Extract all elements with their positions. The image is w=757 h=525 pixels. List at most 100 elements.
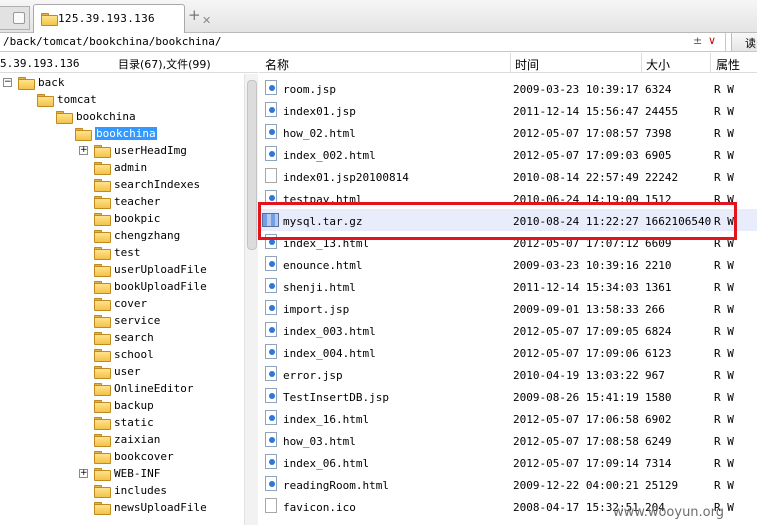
file-row[interactable]: TestInsertDB.jsp 2009-08-26 15:41:19 1580 R…: [259, 385, 757, 407]
tree-item[interactable]: − back: [0, 74, 244, 91]
file-name: room.jsp: [283, 83, 336, 96]
column-divider[interactable]: [710, 53, 711, 73]
file-list: room.jsp 2009-03-23 10:39:17 6324 R Windex0…: [259, 74, 757, 525]
previous-tab[interactable]: [0, 6, 30, 30]
tree-item[interactable]: teacher: [0, 193, 244, 210]
tree-item[interactable]: bookchina: [0, 125, 244, 142]
doc-icon: [265, 388, 277, 403]
column-size[interactable]: 大小: [646, 56, 670, 73]
close-icon[interactable]: ✕: [202, 14, 211, 27]
tree-item[interactable]: includes: [0, 482, 244, 499]
tree-item[interactable]: admin: [0, 159, 244, 176]
column-divider[interactable]: [510, 53, 511, 73]
file-time: 2011-12-14 15:34:03: [513, 281, 639, 294]
tree-item[interactable]: + userHeadImg: [0, 142, 244, 159]
column-attr[interactable]: 属性: [716, 56, 740, 73]
tree-item[interactable]: school: [0, 346, 244, 363]
column-name[interactable]: 名称: [265, 56, 289, 73]
file-name: favicon.ico: [283, 501, 356, 514]
archive-icon: [262, 213, 279, 227]
file-row[interactable]: index01.jsp 2011-12-14 15:56:47 24455 R W: [259, 99, 757, 121]
folder-icon: [94, 281, 111, 294]
tree-item[interactable]: zaixian: [0, 431, 244, 448]
folder-icon: [94, 315, 111, 328]
tree-item[interactable]: bookcover: [0, 448, 244, 465]
column-divider[interactable]: [641, 53, 642, 73]
file-name: index_13.html: [283, 237, 370, 250]
tree-item[interactable]: cover: [0, 295, 244, 312]
file-attr: R W: [714, 83, 734, 96]
file-row[interactable]: how_03.html 2012-05-07 17:08:58 6249 R W: [259, 429, 757, 451]
file-row[interactable]: how_02.html 2012-05-07 17:08:57 7398 R W: [259, 121, 757, 143]
folder-icon: [94, 434, 111, 447]
file-row[interactable]: index_16.html 2012-05-07 17:06:58 6902 R W: [259, 407, 757, 429]
tree-scrollbar-thumb[interactable]: [247, 80, 257, 250]
tree-item[interactable]: static: [0, 414, 244, 431]
tree-item[interactable]: bookpic: [0, 210, 244, 227]
file-row[interactable]: index_004.html 2012-05-07 17:09:06 6123 R W: [259, 341, 757, 363]
file-size: 6905: [645, 149, 672, 162]
folder-icon: [94, 417, 111, 430]
tree-item[interactable]: user: [0, 363, 244, 380]
file-time: 2009-03-23 10:39:16: [513, 259, 639, 272]
file-row[interactable]: index_002.html 2012-05-07 17:09:03 6905 R W: [259, 143, 757, 165]
file-row[interactable]: room.jsp 2009-03-23 10:39:17 6324 R W: [259, 77, 757, 99]
tree-item-label: searchIndexes: [114, 178, 201, 191]
file-row[interactable]: import.jsp 2009-09-01 13:58:33 266 R W: [259, 297, 757, 319]
collapse-icon[interactable]: −: [3, 78, 12, 87]
tab-server[interactable]: 125.39.193.136 ✕: [33, 4, 211, 34]
file-row[interactable]: index01.jsp20100814 2010-08-14 22:57:49 22…: [259, 165, 757, 187]
file-row[interactable]: error.jsp 2010-04-19 13:03:22 967 R W: [259, 363, 757, 385]
tree-item-label: service: [114, 314, 161, 327]
tree-scrollbar[interactable]: [244, 74, 258, 525]
new-tab-button[interactable]: +: [188, 6, 201, 24]
tree-item[interactable]: backup: [0, 397, 244, 414]
folder-icon: [94, 264, 111, 277]
tree-item[interactable]: tomcat: [0, 91, 244, 108]
tree-item[interactable]: newsUploadFile: [0, 499, 244, 516]
tree-item-label: tomcat: [57, 93, 97, 106]
file-time: 2012-05-07 17:09:03: [513, 149, 639, 162]
folder-icon: [94, 485, 111, 498]
tree-item-label: user: [114, 365, 141, 378]
file-row[interactable]: index_06.html 2012-05-07 17:09:14 7314 R W: [259, 451, 757, 473]
read-button[interactable]: 读: [731, 33, 757, 51]
tree-item[interactable]: search: [0, 329, 244, 346]
tree-item[interactable]: searchIndexes: [0, 176, 244, 193]
column-time[interactable]: 时间: [515, 56, 539, 73]
file-row[interactable]: readingRoom.html 2009-12-22 04:00:21 25129…: [259, 473, 757, 495]
tree-item[interactable]: chengzhang: [0, 227, 244, 244]
file-row[interactable]: mysql.tar.gz 2010-08-24 11:22:27 166210654…: [259, 209, 757, 231]
history-dropdown-icon[interactable]: ±: [693, 34, 702, 47]
file-row[interactable]: enounce.html 2009-03-23 10:39:16 2210 R W: [259, 253, 757, 275]
file-size: 6824: [645, 325, 672, 338]
tree-item[interactable]: service: [0, 312, 244, 329]
file-time: 2010-04-19 13:03:22: [513, 369, 639, 382]
folder-icon: [94, 145, 111, 158]
file-name: how_02.html: [283, 127, 356, 140]
file-row[interactable]: testpay.html 2010-06-24 14:19:09 1512 R W: [259, 187, 757, 209]
tree-item[interactable]: bookUploadFile: [0, 278, 244, 295]
tree-item[interactable]: OnlineEditor: [0, 380, 244, 397]
file-row[interactable]: index_13.html 2012-05-07 17:07:12 6609 R W: [259, 231, 757, 253]
doc-icon: [265, 256, 277, 271]
tree-item[interactable]: test: [0, 244, 244, 261]
folder-icon: [94, 332, 111, 345]
tree-item[interactable]: userUploadFile: [0, 261, 244, 278]
tree-item[interactable]: + WEB-INF: [0, 465, 244, 482]
file-name: index_002.html: [283, 149, 376, 162]
file-name: index_06.html: [283, 457, 370, 470]
expand-icon[interactable]: +: [79, 146, 88, 155]
chevron-down-icon[interactable]: ∨: [708, 34, 716, 47]
expand-icon[interactable]: +: [79, 469, 88, 478]
file-size: 6324: [645, 83, 672, 96]
file-row[interactable]: index_003.html 2012-05-07 17:09:05 6824 R W: [259, 319, 757, 341]
folder-icon: [94, 179, 111, 192]
folder-icon: [94, 213, 111, 226]
tree-item[interactable]: bookchina: [0, 108, 244, 125]
watermark: www.wooyun.org: [613, 505, 725, 520]
tree-item-label: newsUploadFile: [114, 501, 207, 514]
file-attr: R W: [714, 325, 734, 338]
path-input[interactable]: /back/tomcat/bookchina/bookchina/ ± ∨: [0, 33, 726, 51]
file-row[interactable]: shenji.html 2011-12-14 15:34:03 1361 R W: [259, 275, 757, 297]
